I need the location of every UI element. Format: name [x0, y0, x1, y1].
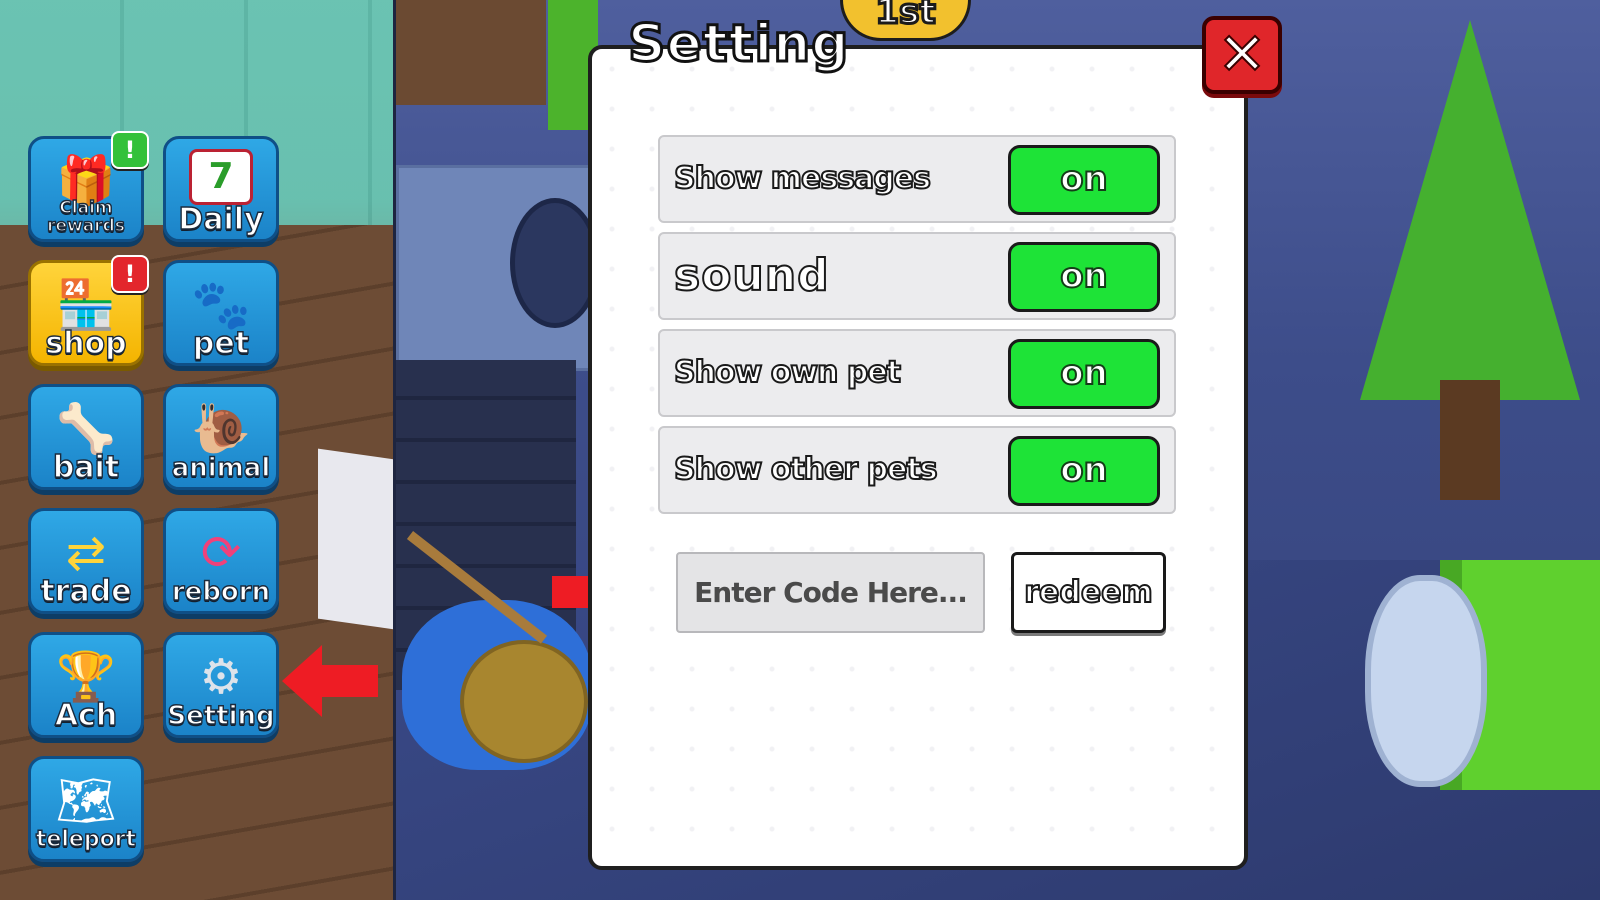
calendar-icon: 7 [189, 149, 253, 205]
wall-fan-icon [510, 198, 600, 328]
setting-label: Show messages [673, 160, 932, 197]
dialog-title: Setting [627, 13, 850, 76]
toggle-show-messages[interactable]: on [1008, 145, 1160, 215]
animal-button[interactable]: 🐌 animal [163, 384, 279, 490]
cog-prop-icon [1365, 575, 1487, 787]
wood-beam [396, 0, 546, 105]
claim-rewards-button[interactable]: 🎁 Claim rewards ! [28, 131, 149, 242]
snail-shell [460, 640, 588, 763]
toggle-show-other-pets[interactable]: on [1008, 436, 1160, 506]
setting-label: sound [673, 249, 830, 302]
teleport-label: teleport [35, 826, 137, 852]
close-button[interactable]: ✕ [1202, 16, 1282, 94]
setting-button[interactable]: ⚙ Setting [163, 632, 279, 738]
code-input[interactable] [676, 552, 985, 633]
setting-row-show-messages: Show messages on [658, 135, 1176, 223]
pine-tree [1360, 20, 1580, 400]
redeem-button[interactable]: redeem [1011, 552, 1166, 633]
rank-medal: 1st [840, 0, 971, 41]
trade-label: trade [40, 574, 133, 609]
tree-trunk [1440, 380, 1500, 500]
shop-button[interactable]: 🏪 shop ! [28, 255, 149, 366]
store-icon: 🏪 [56, 277, 116, 333]
reborn-label: reborn [171, 576, 271, 607]
swap-arrows-icon: ⇄ [65, 525, 107, 581]
toggle-show-own-pet[interactable]: on [1008, 339, 1160, 409]
pet-label: pet [192, 326, 250, 361]
toggle-sound[interactable]: on [1008, 242, 1160, 312]
teleport-button[interactable]: 🗺 teleport [28, 756, 144, 862]
setting-row-show-own-pet: Show own pet on [658, 329, 1176, 417]
notification-badge: ! [111, 255, 149, 293]
trophy-icon: 🏆 [56, 649, 116, 705]
bait-button[interactable]: 🦴 bait [28, 384, 144, 490]
notification-badge: ! [111, 131, 149, 169]
setting-label: Show own pet [673, 354, 902, 391]
animal-label: animal [171, 452, 271, 483]
setting-row-show-other-pets: Show other pets on [658, 426, 1176, 514]
ach-label: Ach [54, 698, 118, 733]
daily-button[interactable]: 7 Daily [163, 136, 279, 242]
gear-icon: ⚙ [199, 649, 243, 705]
achievements-button[interactable]: 🏆 Ach [28, 632, 144, 738]
claim-rewards-label: Claim rewards [46, 198, 125, 236]
rank-label: 1st [874, 0, 937, 34]
setting-row-sound: sound on [658, 232, 1176, 320]
bait-label: bait [52, 450, 120, 485]
rebirth-icon: ⟳ [200, 525, 242, 581]
shop-label: shop [45, 326, 128, 361]
setting-label: Show other pets [673, 451, 939, 488]
arrow-left-icon [282, 645, 378, 717]
daily-label: Daily [178, 202, 265, 237]
map-icon: 🗺 [55, 773, 117, 829]
bone-icon: 🦴 [56, 401, 116, 457]
trade-button[interactable]: ⇄ trade [28, 508, 144, 614]
reborn-button[interactable]: ⟳ reborn [163, 508, 279, 614]
panel-divider [393, 0, 396, 900]
paw-icon: 🐾 [191, 277, 251, 333]
setting-label: Setting [167, 700, 276, 731]
pet-button[interactable]: 🐾 pet [163, 260, 279, 366]
snail-icon: 🐌 [191, 401, 251, 457]
